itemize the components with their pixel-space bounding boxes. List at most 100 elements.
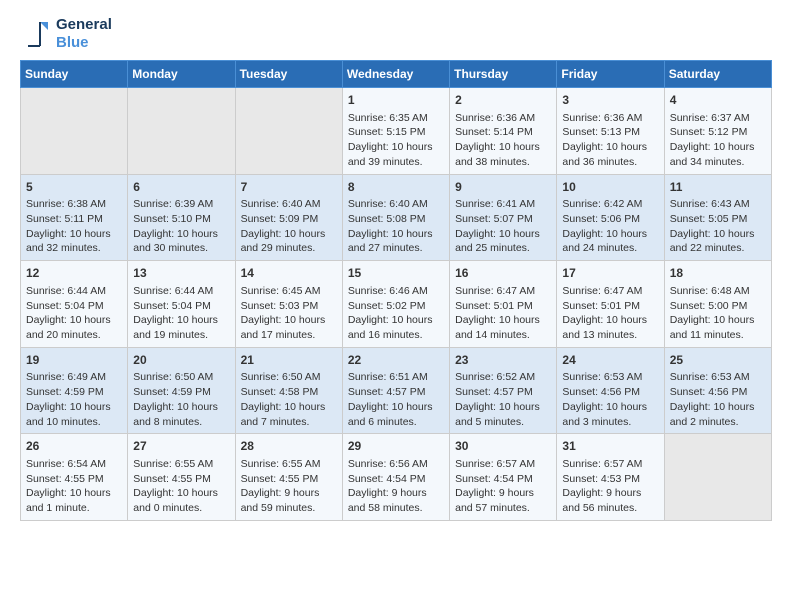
calendar-cell: 22Sunrise: 6:51 AMSunset: 4:57 PMDayligh… bbox=[342, 347, 449, 434]
day-info: and 19 minutes. bbox=[133, 328, 229, 343]
calendar-week-row: 12Sunrise: 6:44 AMSunset: 5:04 PMDayligh… bbox=[21, 261, 772, 348]
calendar-cell: 18Sunrise: 6:48 AMSunset: 5:00 PMDayligh… bbox=[664, 261, 771, 348]
day-info: Daylight: 10 hours bbox=[133, 227, 229, 242]
day-info: Daylight: 10 hours bbox=[562, 400, 658, 415]
day-number: 28 bbox=[241, 438, 337, 455]
day-number: 9 bbox=[455, 179, 551, 196]
day-number: 6 bbox=[133, 179, 229, 196]
calendar-cell: 25Sunrise: 6:53 AMSunset: 4:56 PMDayligh… bbox=[664, 347, 771, 434]
day-info: Sunset: 5:12 PM bbox=[670, 125, 766, 140]
day-number: 17 bbox=[562, 265, 658, 282]
day-info: Sunrise: 6:54 AM bbox=[26, 457, 122, 472]
day-info: and 11 minutes. bbox=[670, 328, 766, 343]
day-info: and 58 minutes. bbox=[348, 501, 444, 516]
day-number: 1 bbox=[348, 92, 444, 109]
day-info: Daylight: 9 hours bbox=[562, 486, 658, 501]
day-info: Sunset: 5:00 PM bbox=[670, 299, 766, 314]
calendar-cell: 29Sunrise: 6:56 AMSunset: 4:54 PMDayligh… bbox=[342, 434, 449, 521]
day-info: Sunrise: 6:43 AM bbox=[670, 197, 766, 212]
day-number: 11 bbox=[670, 179, 766, 196]
day-info: Sunset: 4:55 PM bbox=[133, 472, 229, 487]
calendar-cell: 27Sunrise: 6:55 AMSunset: 4:55 PMDayligh… bbox=[128, 434, 235, 521]
day-info: Sunrise: 6:35 AM bbox=[348, 111, 444, 126]
calendar-cell: 31Sunrise: 6:57 AMSunset: 4:53 PMDayligh… bbox=[557, 434, 664, 521]
day-info: Sunset: 5:01 PM bbox=[455, 299, 551, 314]
calendar-cell: 17Sunrise: 6:47 AMSunset: 5:01 PMDayligh… bbox=[557, 261, 664, 348]
day-number: 4 bbox=[670, 92, 766, 109]
day-number: 26 bbox=[26, 438, 122, 455]
day-info: Sunset: 5:07 PM bbox=[455, 212, 551, 227]
day-info: and 30 minutes. bbox=[133, 241, 229, 256]
day-info: Sunrise: 6:40 AM bbox=[348, 197, 444, 212]
calendar-cell: 6Sunrise: 6:39 AMSunset: 5:10 PMDaylight… bbox=[128, 174, 235, 261]
day-info: Daylight: 9 hours bbox=[241, 486, 337, 501]
day-info: Sunset: 5:09 PM bbox=[241, 212, 337, 227]
day-info: and 7 minutes. bbox=[241, 415, 337, 430]
day-info: Sunrise: 6:39 AM bbox=[133, 197, 229, 212]
day-info: Sunset: 4:56 PM bbox=[562, 385, 658, 400]
day-info: Daylight: 10 hours bbox=[670, 313, 766, 328]
day-info: Daylight: 10 hours bbox=[455, 400, 551, 415]
day-info: Sunset: 5:06 PM bbox=[562, 212, 658, 227]
day-info: Daylight: 10 hours bbox=[26, 227, 122, 242]
day-info: Sunrise: 6:48 AM bbox=[670, 284, 766, 299]
day-info: and 5 minutes. bbox=[455, 415, 551, 430]
day-info: Daylight: 10 hours bbox=[670, 400, 766, 415]
day-info: Daylight: 10 hours bbox=[455, 227, 551, 242]
day-info: Sunset: 4:59 PM bbox=[26, 385, 122, 400]
day-number: 2 bbox=[455, 92, 551, 109]
day-info: Daylight: 10 hours bbox=[562, 140, 658, 155]
logo: General Blue bbox=[20, 16, 112, 52]
calendar-cell: 20Sunrise: 6:50 AMSunset: 4:59 PMDayligh… bbox=[128, 347, 235, 434]
calendar-cell bbox=[21, 88, 128, 175]
day-info: Daylight: 10 hours bbox=[670, 227, 766, 242]
day-info: Sunset: 4:53 PM bbox=[562, 472, 658, 487]
day-number: 30 bbox=[455, 438, 551, 455]
calendar-cell: 16Sunrise: 6:47 AMSunset: 5:01 PMDayligh… bbox=[450, 261, 557, 348]
day-info: and 6 minutes. bbox=[348, 415, 444, 430]
day-info: Sunset: 5:02 PM bbox=[348, 299, 444, 314]
calendar-cell: 4Sunrise: 6:37 AMSunset: 5:12 PMDaylight… bbox=[664, 88, 771, 175]
calendar-cell: 13Sunrise: 6:44 AMSunset: 5:04 PMDayligh… bbox=[128, 261, 235, 348]
day-info: and 39 minutes. bbox=[348, 155, 444, 170]
day-info: Sunrise: 6:47 AM bbox=[455, 284, 551, 299]
day-number: 19 bbox=[26, 352, 122, 369]
calendar-cell: 10Sunrise: 6:42 AMSunset: 5:06 PMDayligh… bbox=[557, 174, 664, 261]
day-info: Sunset: 4:55 PM bbox=[26, 472, 122, 487]
day-info: Sunset: 5:05 PM bbox=[670, 212, 766, 227]
day-info: Daylight: 10 hours bbox=[348, 400, 444, 415]
day-info: Daylight: 10 hours bbox=[562, 313, 658, 328]
calendar-week-row: 19Sunrise: 6:49 AMSunset: 4:59 PMDayligh… bbox=[21, 347, 772, 434]
day-info: Sunset: 5:10 PM bbox=[133, 212, 229, 227]
logo-svg bbox=[20, 18, 52, 50]
day-number: 24 bbox=[562, 352, 658, 369]
calendar-cell: 28Sunrise: 6:55 AMSunset: 4:55 PMDayligh… bbox=[235, 434, 342, 521]
header-cell-tuesday: Tuesday bbox=[235, 61, 342, 88]
day-info: and 25 minutes. bbox=[455, 241, 551, 256]
calendar-cell: 14Sunrise: 6:45 AMSunset: 5:03 PMDayligh… bbox=[235, 261, 342, 348]
day-info: Sunset: 5:15 PM bbox=[348, 125, 444, 140]
calendar-cell: 23Sunrise: 6:52 AMSunset: 4:57 PMDayligh… bbox=[450, 347, 557, 434]
day-number: 20 bbox=[133, 352, 229, 369]
day-number: 22 bbox=[348, 352, 444, 369]
day-info: Daylight: 10 hours bbox=[670, 140, 766, 155]
day-info: Daylight: 10 hours bbox=[562, 227, 658, 242]
logo-line1: General bbox=[56, 16, 112, 34]
day-number: 7 bbox=[241, 179, 337, 196]
day-info: Sunrise: 6:38 AM bbox=[26, 197, 122, 212]
day-info: Sunset: 4:56 PM bbox=[670, 385, 766, 400]
day-info: Sunset: 4:55 PM bbox=[241, 472, 337, 487]
day-info: Daylight: 10 hours bbox=[241, 227, 337, 242]
day-info: Sunrise: 6:50 AM bbox=[133, 370, 229, 385]
day-info: Sunrise: 6:55 AM bbox=[133, 457, 229, 472]
day-info: Sunrise: 6:56 AM bbox=[348, 457, 444, 472]
day-info: Sunset: 5:14 PM bbox=[455, 125, 551, 140]
day-info: Sunset: 4:57 PM bbox=[348, 385, 444, 400]
day-info: Daylight: 10 hours bbox=[26, 400, 122, 415]
calendar-cell: 11Sunrise: 6:43 AMSunset: 5:05 PMDayligh… bbox=[664, 174, 771, 261]
day-info: Sunset: 5:04 PM bbox=[26, 299, 122, 314]
day-number: 10 bbox=[562, 179, 658, 196]
day-info: Sunset: 5:11 PM bbox=[26, 212, 122, 227]
day-info: Sunset: 5:03 PM bbox=[241, 299, 337, 314]
day-number: 25 bbox=[670, 352, 766, 369]
